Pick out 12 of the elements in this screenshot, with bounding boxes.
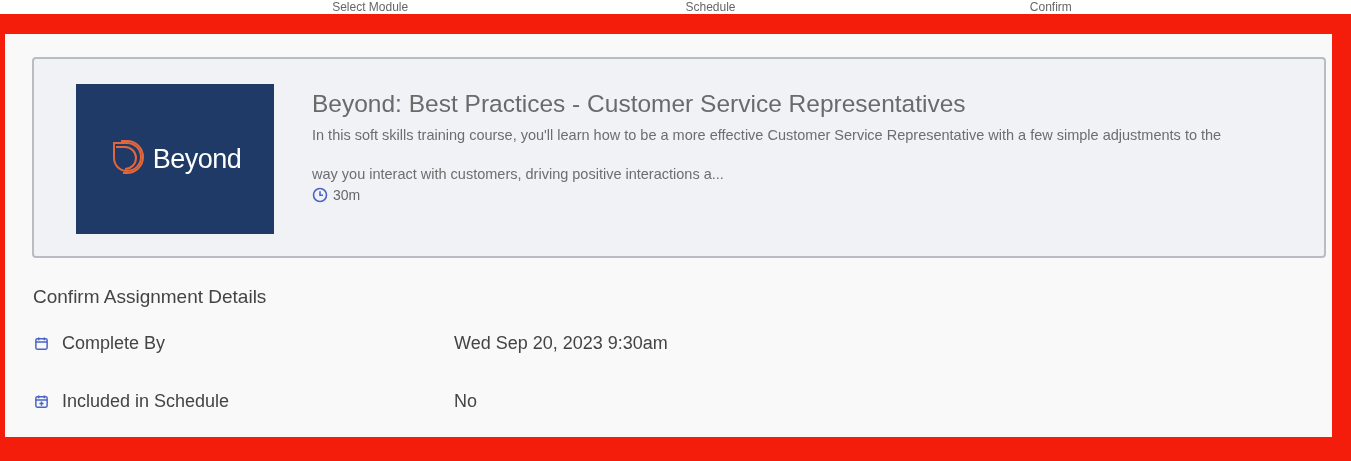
section-heading: Confirm Assignment Details [33, 286, 268, 308]
step-label: Schedule [685, 0, 736, 14]
detail-label: Included in Schedule [62, 390, 230, 412]
detail-label: Complete By [62, 332, 166, 354]
step-label: Confirm [1029, 0, 1072, 14]
module-title: Beyond: Best Practices - Customer Service Representatives [312, 90, 967, 118]
duration: 30m [333, 187, 361, 203]
logo: Beyond [76, 84, 274, 234]
detail-value: Wed Sep 20, 2023 9:30am [454, 332, 669, 354]
detail-value: No [454, 390, 478, 412]
step-label: Select Module [332, 0, 409, 14]
module-description: In this soft skills training course, you'll learn how to be a more effective Customer Service Representative with a few simple adjustments to the way you interact with customers, driving positive interactions a... [312, 126, 1223, 184]
